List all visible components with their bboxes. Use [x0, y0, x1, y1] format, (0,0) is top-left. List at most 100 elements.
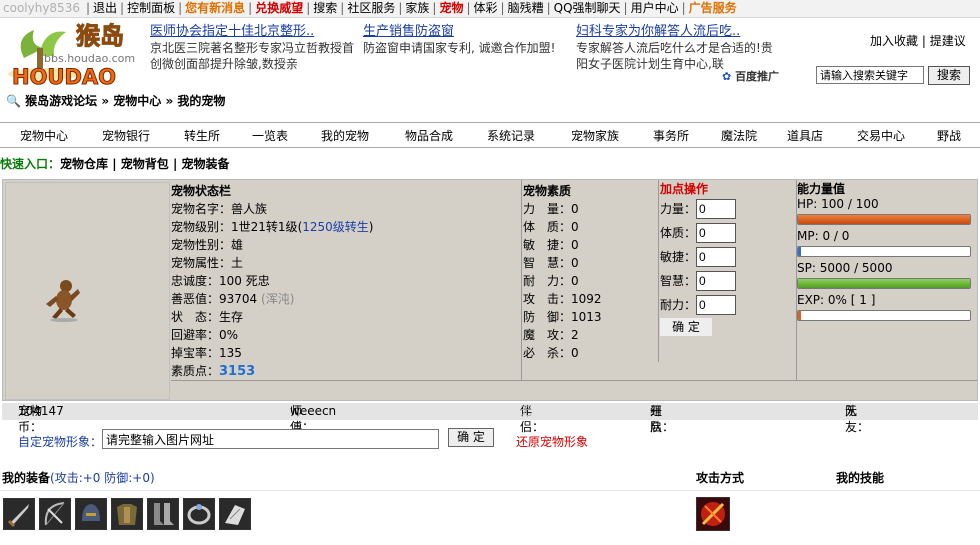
- pet-panel: 宠物状态栏 宠物名字：兽人族 宠物级别：1世21转1级(1250级转生) 宠物性…: [2, 179, 978, 401]
- gauntlet-icon[interactable]: [219, 498, 251, 530]
- sp-bar: [797, 278, 971, 289]
- addpoint-panel: 加点操作 力量：体质：敏捷：智慧：耐力： 确 定: [660, 181, 796, 336]
- addpoint-row: 耐力：: [660, 293, 796, 317]
- nav-item[interactable]: 魔法院: [721, 127, 757, 144]
- topbar-link[interactable]: QQ强制聊天: [551, 0, 624, 17]
- custom-image-confirm-button[interactable]: 确 定: [448, 428, 494, 447]
- boots-icon[interactable]: [147, 498, 179, 530]
- quality-points: 3153: [219, 364, 256, 379]
- teammate-name: 无: [845, 404, 858, 418]
- quality-row: 防 御：1013: [523, 310, 602, 324]
- master-name: weeecn: [290, 404, 337, 418]
- search-input[interactable]: [816, 66, 924, 84]
- custom-image-url-input[interactable]: [102, 429, 439, 449]
- paw-icon: ✿: [722, 70, 732, 83]
- nav-item[interactable]: 系统记录: [487, 127, 535, 144]
- addpoint-input[interactable]: [696, 247, 737, 267]
- ring-icon[interactable]: [183, 498, 215, 530]
- search-button[interactable]: 搜索: [928, 66, 970, 85]
- partner-name: 无: [520, 404, 533, 418]
- svg-text:bbs.houdao.com: bbs.houdao.com: [44, 52, 135, 65]
- baidu-promo[interactable]: ✿ 百度推广: [722, 68, 779, 84]
- addpoint-input[interactable]: [696, 295, 737, 315]
- quick-links: 快速入口：宠物仓库 | 宠物背包 | 宠物装备: [0, 157, 230, 171]
- divider: [521, 180, 522, 380]
- topbar-link[interactable]: 搜索: [310, 0, 340, 17]
- pet-name: 兽人族: [231, 202, 268, 216]
- rebirth-link[interactable]: 1250级转生: [302, 220, 369, 234]
- breadcrumb-home[interactable]: 猴岛游戏论坛: [25, 94, 97, 108]
- status-panel: 宠物状态栏 宠物名字：兽人族 宠物级别：1世21转1级(1250级转生) 宠物性…: [171, 182, 521, 380]
- quick-link-equip[interactable]: 宠物装备: [182, 157, 230, 171]
- topbar-link[interactable]: 体彩: [471, 0, 501, 17]
- nav-item[interactable]: 宠物银行: [102, 127, 150, 144]
- top-bar: coolyhy8536 | 退出 | 控制面板 | 您有新消息 | 兑换威望 | 搜索 | 社区服务 | 家…: [0, 0, 980, 18]
- topbar-link[interactable]: 脑残糟: [505, 0, 547, 17]
- quality-row: 耐 力：0: [523, 274, 579, 288]
- helmet-icon[interactable]: [75, 498, 107, 530]
- topbar-link[interactable]: 您有新消息: [182, 0, 248, 17]
- ad-2[interactable]: 生产销售防盗窗 防盗窗申请国家专利, 诚邀合作加盟!: [363, 24, 555, 56]
- restore-image-link[interactable]: 还原宠物形象: [516, 433, 588, 450]
- quick-link-warehouse[interactable]: 宠物仓库: [60, 157, 108, 171]
- sword-icon[interactable]: [3, 498, 35, 530]
- addpoint-confirm-button[interactable]: 确 定: [660, 318, 712, 336]
- site-logo[interactable]: 猴岛 HOUDAO bbs.houdao.com: [4, 18, 149, 92]
- addpoint-input[interactable]: [696, 271, 737, 291]
- breadcrumb: 🔍 猴岛游戏论坛 » 宠物中心 » 我的宠物: [6, 94, 226, 108]
- bow-icon[interactable]: [39, 498, 71, 530]
- attack-skill-icon[interactable]: [696, 497, 730, 531]
- topbar-link[interactable]: 兑换威望: [252, 0, 306, 17]
- quality-row: 体 质：0: [523, 220, 579, 234]
- quality-row: 必 杀：0: [523, 346, 579, 360]
- breadcrumb-current: 我的宠物: [177, 94, 226, 108]
- topbar-link[interactable]: 广告服务: [686, 0, 740, 17]
- nav-item[interactable]: 事务所: [653, 127, 689, 144]
- custom-image-row: 自定宠物形象： 确 定 还原宠物形象: [0, 428, 980, 450]
- nav-item[interactable]: 一览表: [252, 127, 288, 144]
- nav-item[interactable]: 宠物家族: [571, 127, 619, 144]
- nav-item[interactable]: 宠物中心: [20, 127, 68, 144]
- quality-row: 力 量：0: [523, 202, 579, 216]
- addpoint-row: 力量：: [660, 197, 796, 221]
- panel-footer: [171, 380, 977, 400]
- addpoint-input[interactable]: [696, 223, 737, 243]
- addpoint-row: 智慧：: [660, 269, 796, 293]
- topbar-link[interactable]: 控制面板: [124, 0, 178, 17]
- breadcrumb-pet-center[interactable]: 宠物中心: [113, 94, 161, 108]
- hp-bar: [797, 214, 971, 225]
- ad-area: 猴岛 HOUDAO bbs.houdao.com 医师协会指定十佳北京整形.. …: [0, 18, 980, 92]
- mp-bar: [797, 246, 971, 257]
- header-links: 加入收藏 | 提建议: [870, 34, 966, 48]
- username[interactable]: coolyhy8536: [0, 0, 83, 17]
- suggest-link[interactable]: 提建议: [930, 34, 966, 48]
- ability-panel: 能力量值 HP: 100 / 100 MP: 0 / 0 SP: 5000 / …: [797, 182, 977, 325]
- nav-item[interactable]: 道具店: [787, 127, 823, 144]
- nav-item[interactable]: 野战: [937, 127, 961, 144]
- topbar-link[interactable]: 社区服务: [344, 0, 398, 17]
- nav-item[interactable]: 物品合成: [405, 127, 453, 144]
- addpoint-input[interactable]: [696, 199, 737, 219]
- quality-row: 攻 击：1092: [523, 292, 602, 306]
- quality-row: 智 慧：0: [523, 256, 579, 270]
- topbar-link[interactable]: 家族: [402, 0, 432, 17]
- add-favorite-link[interactable]: 加入收藏: [870, 34, 918, 48]
- armor-icon[interactable]: [111, 498, 143, 530]
- svg-text:猴岛: 猴岛: [76, 22, 124, 50]
- pet-coins: 104147: [18, 404, 64, 418]
- equipment-section: 我的装备(攻击:+0 防御:+0) 攻击方式 我的技能: [0, 466, 980, 545]
- quick-link-bag[interactable]: 宠物背包: [121, 157, 169, 171]
- nav-item[interactable]: 转生所: [184, 127, 220, 144]
- nav-item[interactable]: 交易中心: [857, 127, 905, 144]
- topbar-link[interactable]: 宠物: [436, 0, 466, 17]
- quality-row: 敏 捷：0: [523, 238, 579, 252]
- topbar-link[interactable]: 用户中心: [628, 0, 682, 17]
- main-nav: 宠物中心 宠物银行 转生所 一览表 我的宠物 物品合成 系统记录 宠物家族 事务所 魔法院 道具店 交…: [0, 122, 980, 148]
- addpoint-row: 体质：: [660, 221, 796, 245]
- ad-3[interactable]: 妇科专家为你解答人流后吃.. 专家解答人流后吃什么才是合适的!贵 阳女子医院计划…: [576, 24, 773, 72]
- ad-1[interactable]: 医师协会指定十佳北京整形.. 京北医三院著名整形专家冯立哲教授首 创微创面部提升…: [150, 24, 354, 72]
- topbar-link[interactable]: 退出: [90, 0, 120, 17]
- nav-item[interactable]: 我的宠物: [321, 127, 369, 144]
- svg-text:HOUDAO: HOUDAO: [12, 65, 116, 89]
- exp-bar: [797, 310, 971, 321]
